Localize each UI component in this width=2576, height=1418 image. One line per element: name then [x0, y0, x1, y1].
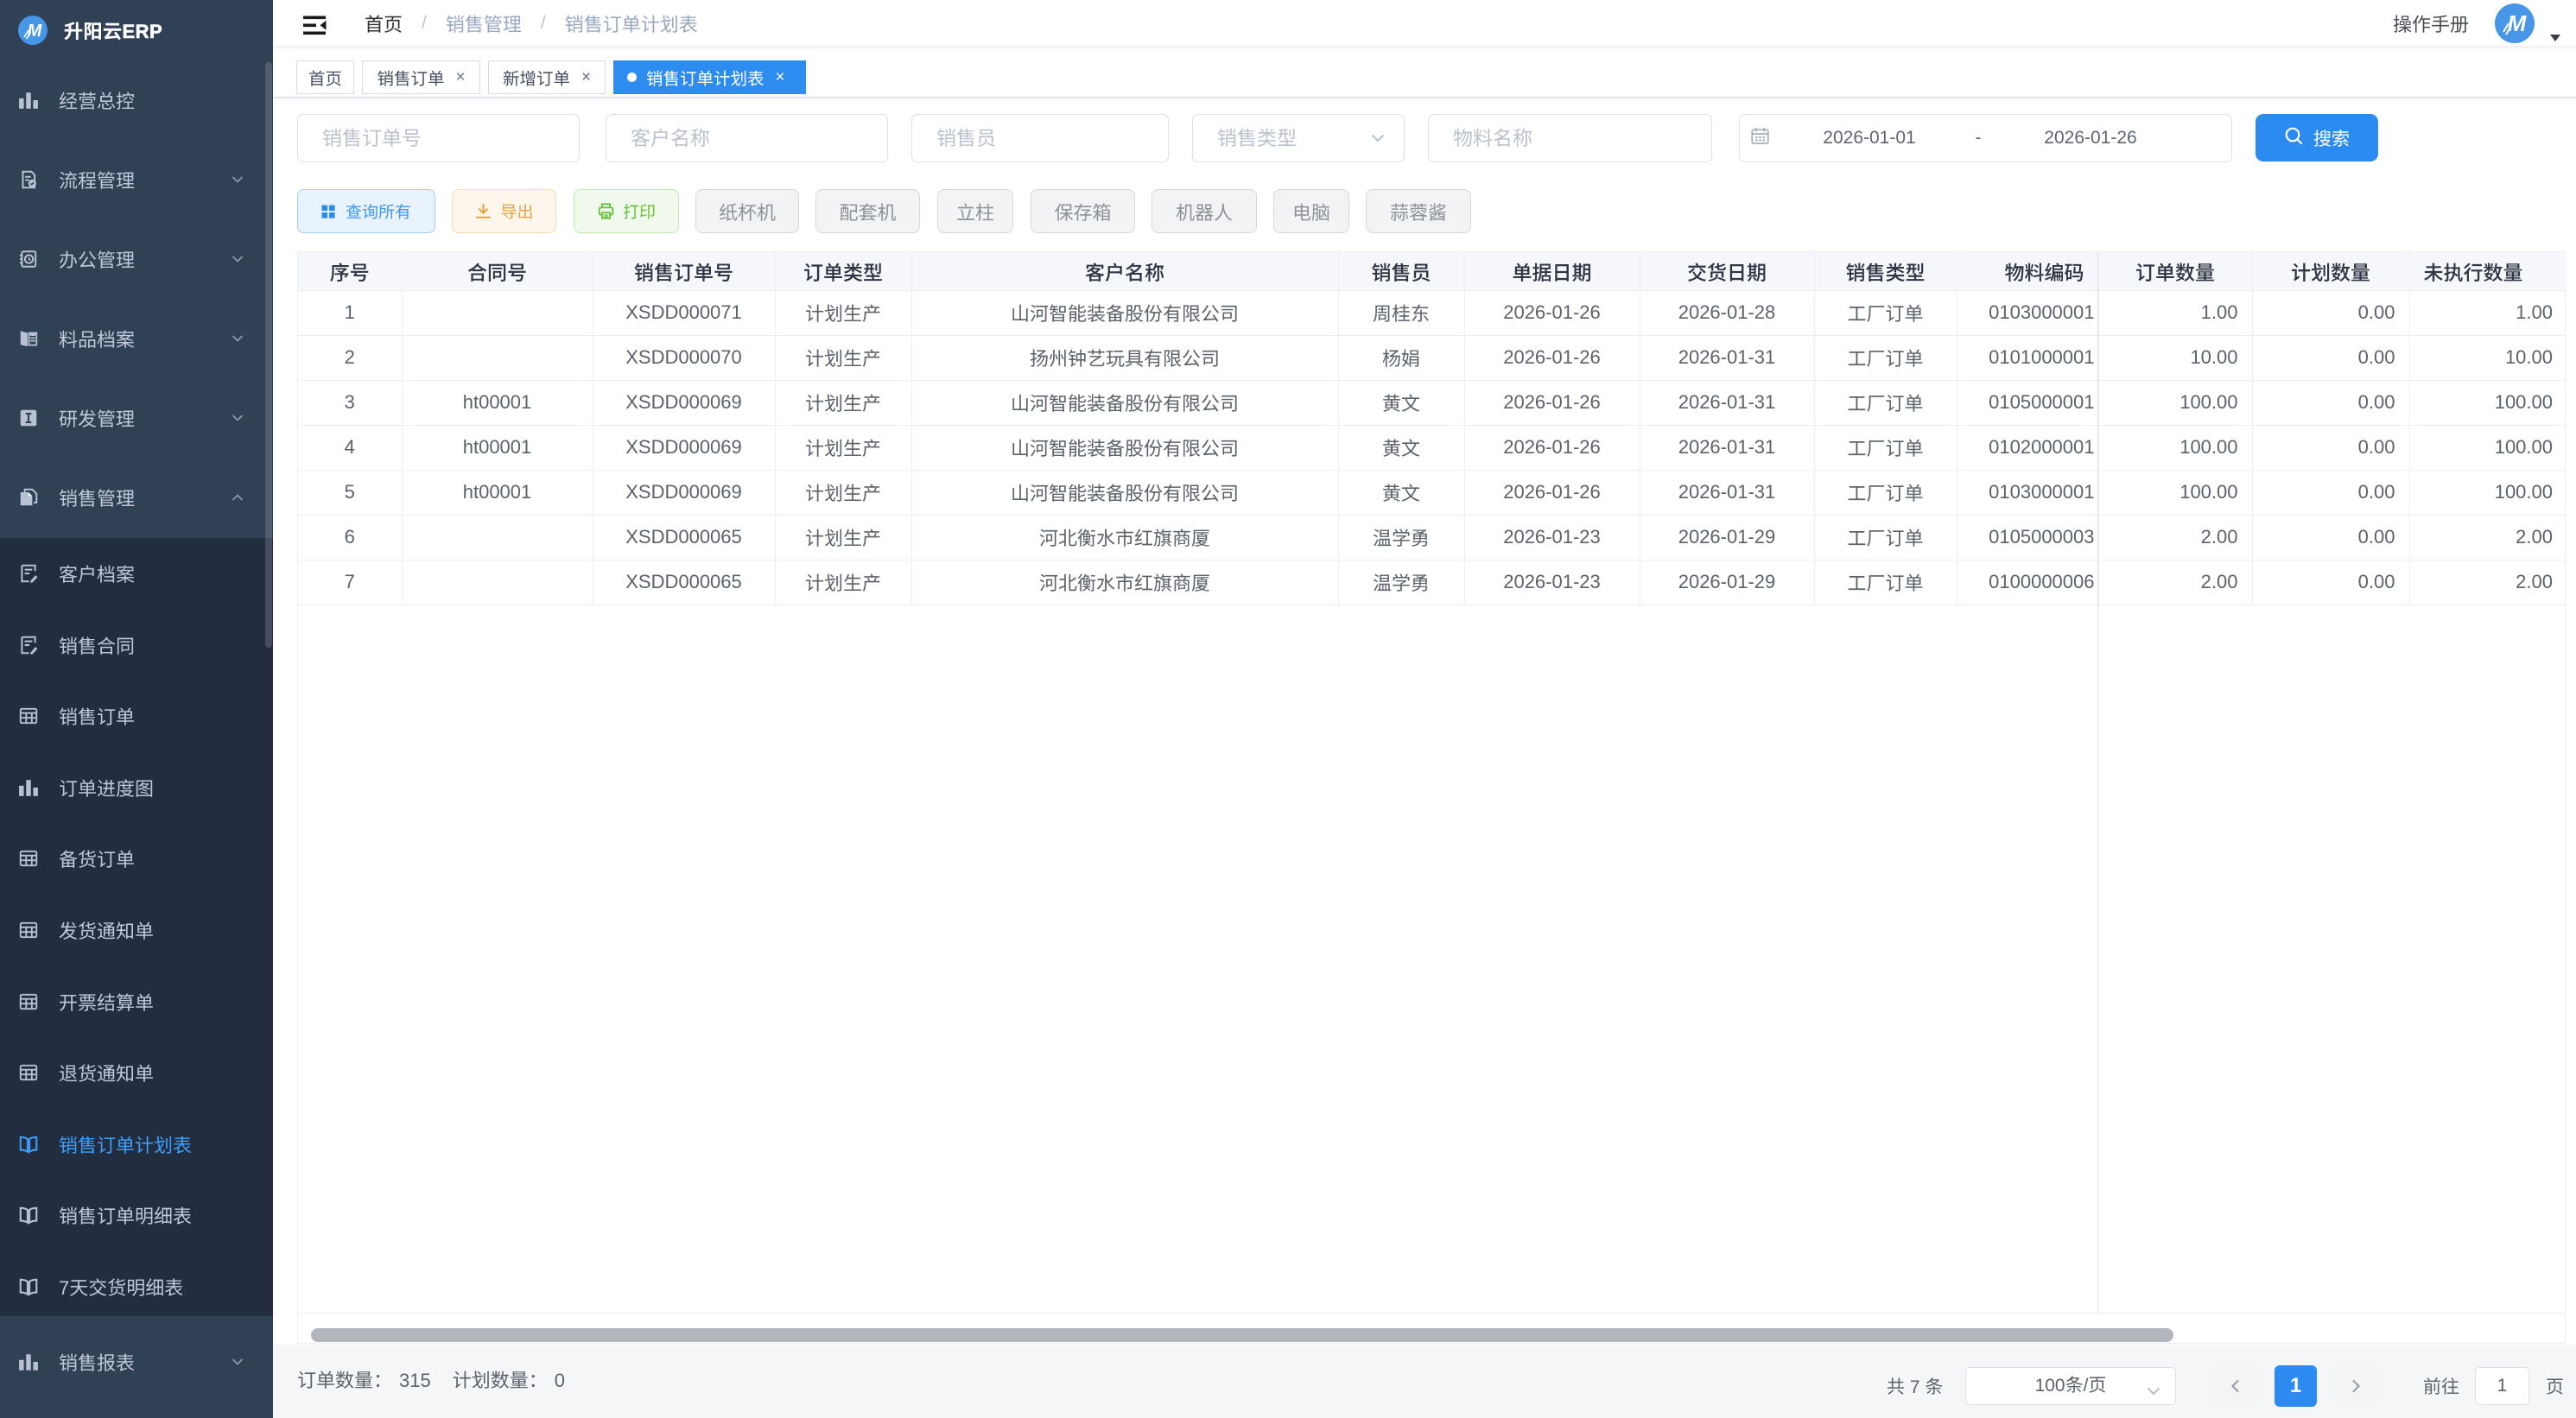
svg-text:M: M [28, 22, 43, 41]
svg-text:M: M [2508, 10, 2528, 36]
